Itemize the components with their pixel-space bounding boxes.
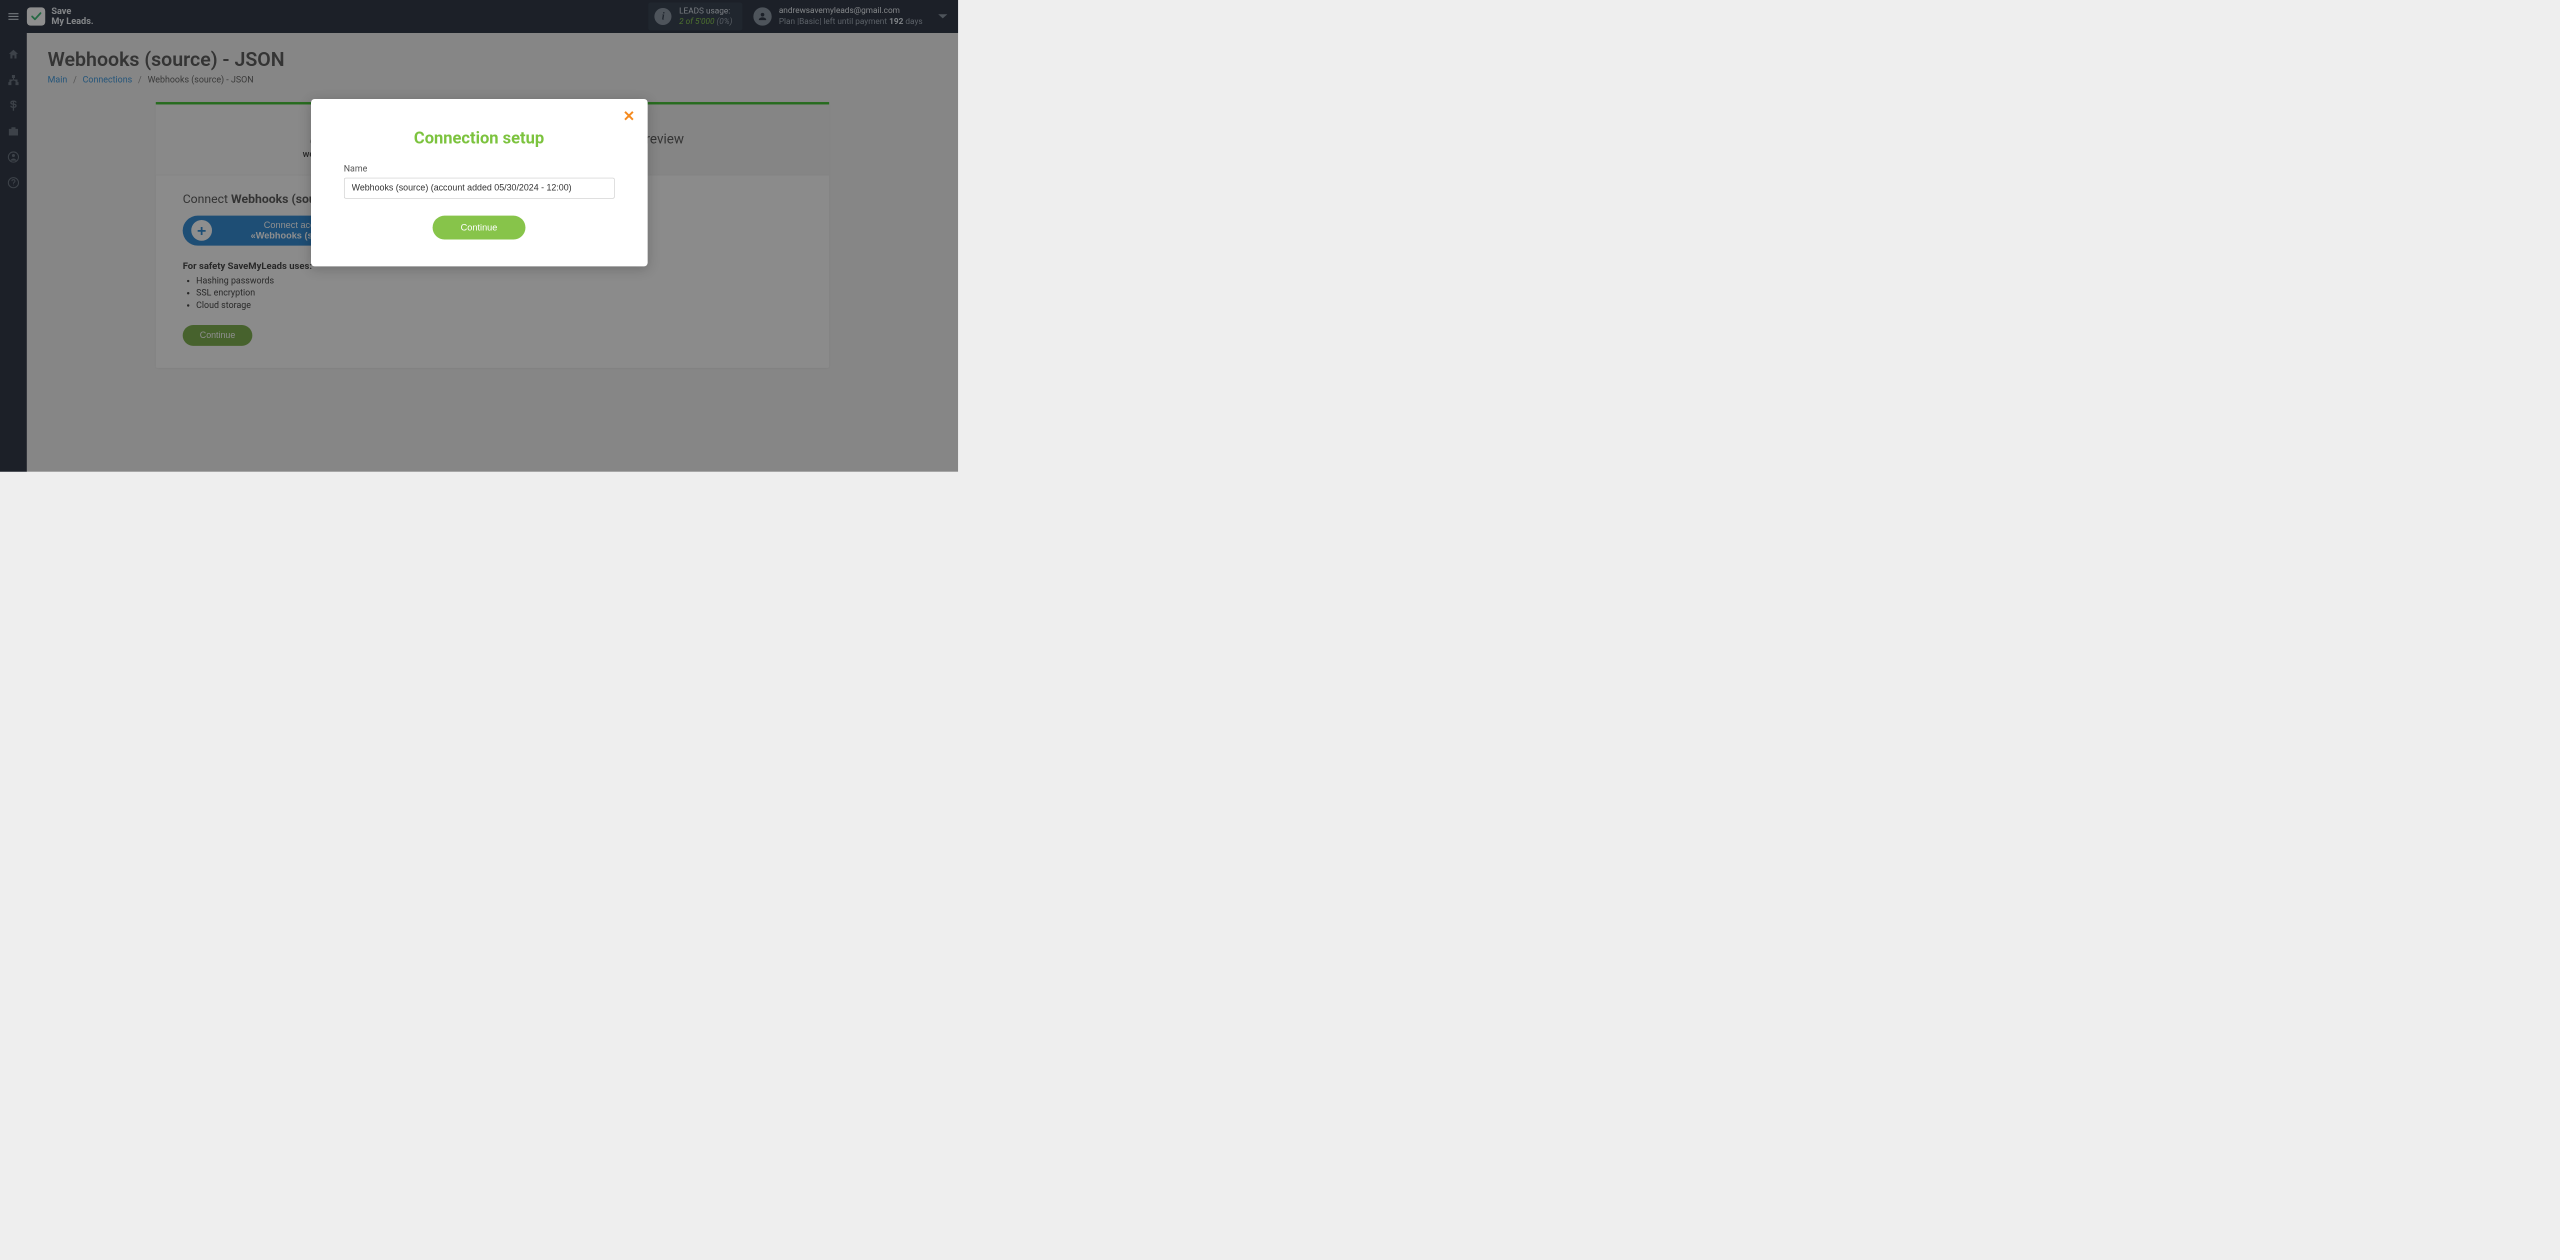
modal-continue-button[interactable]: Continue xyxy=(433,216,526,240)
modal-close-button[interactable]: ✕ xyxy=(623,109,635,124)
connection-setup-modal: ✕ Connection setup Name Continue xyxy=(311,99,648,266)
modal-overlay[interactable]: ✕ Connection setup Name Continue xyxy=(0,0,958,472)
modal-name-label: Name xyxy=(344,164,615,174)
modal-title: Connection setup xyxy=(344,128,615,148)
close-icon: ✕ xyxy=(623,108,635,125)
modal-name-input[interactable] xyxy=(344,178,615,199)
